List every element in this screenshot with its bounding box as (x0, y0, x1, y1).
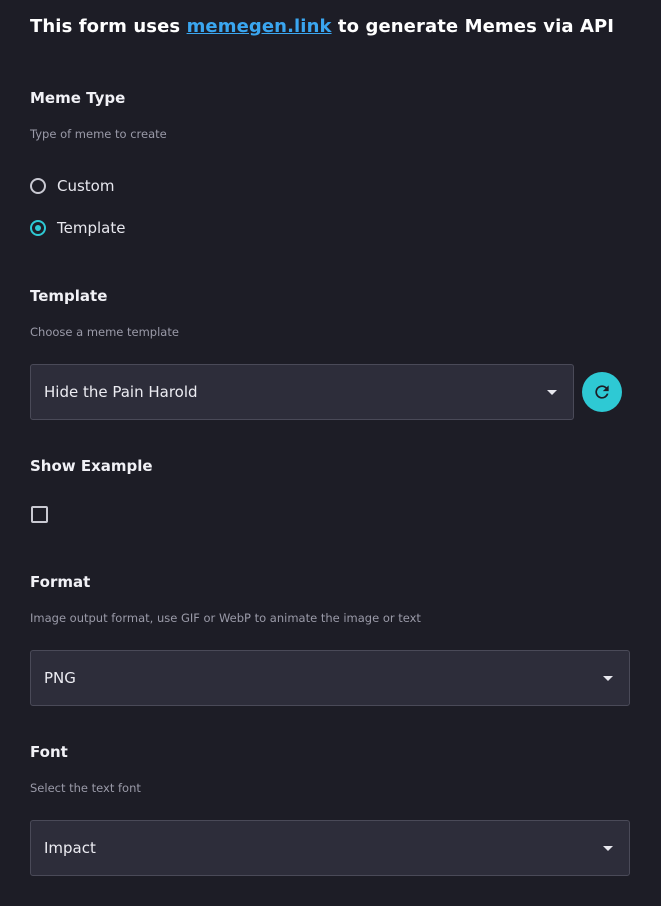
meme-type-title: Meme Type (30, 89, 126, 107)
show-example-checkbox[interactable] (31, 506, 48, 523)
title-prefix: This form uses (30, 16, 187, 37)
format-select-value: PNG (44, 669, 76, 687)
format-title: Format (30, 573, 91, 591)
page-title: This form uses memegen.link to generate … (30, 16, 614, 37)
meme-type-description: Type of meme to create (30, 127, 167, 141)
template-select[interactable]: Hide the Pain Harold (30, 364, 574, 420)
meme-form: This form uses memegen.link to generate … (0, 0, 661, 906)
template-title: Template (30, 287, 108, 305)
radio-template-label: Template (57, 219, 126, 237)
font-select[interactable]: Impact (30, 820, 630, 876)
radio-custom-label: Custom (57, 177, 115, 195)
chevron-down-icon (603, 676, 613, 681)
format-description: Image output format, use GIF or WebP to … (30, 611, 421, 625)
memegen-link[interactable]: memegen.link (187, 16, 332, 37)
title-suffix: to generate Memes via API (331, 16, 615, 37)
font-select-value: Impact (44, 839, 96, 857)
radio-option-custom[interactable]: Custom (30, 177, 114, 195)
font-description: Select the text font (30, 781, 141, 795)
radio-custom-icon[interactable] (30, 178, 46, 194)
refresh-icon (595, 385, 609, 399)
format-select[interactable]: PNG (30, 650, 630, 706)
template-select-value: Hide the Pain Harold (44, 383, 198, 401)
font-title: Font (30, 743, 68, 761)
chevron-down-icon (547, 390, 557, 395)
chevron-down-icon (603, 846, 613, 851)
show-example-title: Show Example (30, 457, 153, 475)
refresh-button[interactable] (582, 372, 622, 412)
template-description: Choose a meme template (30, 325, 179, 339)
radio-option-template[interactable]: Template (30, 219, 125, 237)
radio-template-icon[interactable] (30, 220, 46, 236)
